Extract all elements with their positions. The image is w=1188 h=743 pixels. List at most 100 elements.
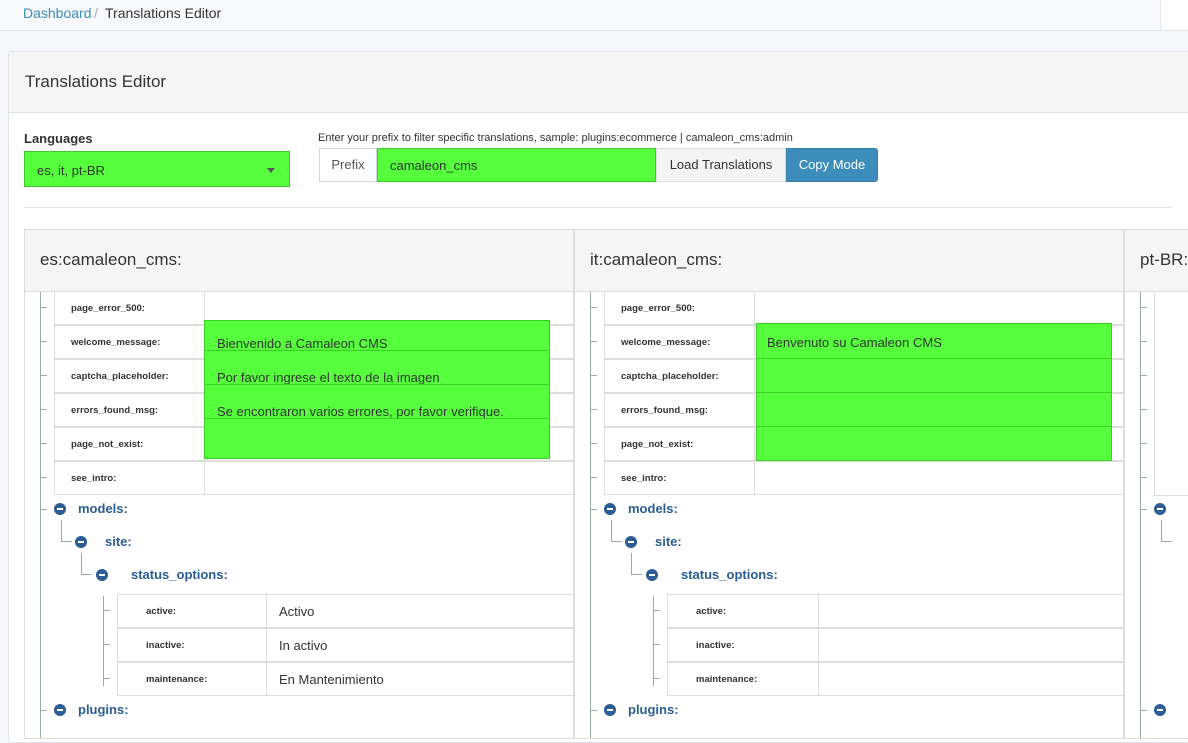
tree-stub: [590, 443, 597, 444]
status-row: maintenance:: [667, 662, 1123, 696]
tree-stub: [1140, 409, 1147, 410]
translation-value[interactable]: En Mantenimiento: [267, 663, 573, 695]
translation-key: page_error_500:: [55, 292, 205, 324]
column-title: it:camaleon_cms:: [590, 250, 723, 269]
language-column-it: it:camaleon_cms: page_error_500: welcome…: [574, 229, 1124, 739]
tree-stub: [40, 307, 47, 308]
collapse-icon[interactable]: [604, 503, 616, 515]
tree-stub: [1140, 341, 1147, 342]
node-site[interactable]: site:: [105, 534, 132, 549]
tree-stub: [103, 678, 110, 679]
translation-values-highlight[interactable]: Benvenuto su Camaleon CMS: [756, 323, 1112, 461]
tree-stub: [653, 644, 660, 645]
node-status-options[interactable]: status_options:: [681, 567, 778, 582]
translation-key: inactive:: [118, 629, 267, 661]
tree-line: [1140, 292, 1141, 738]
tree-stub: [40, 341, 47, 342]
tree-stub: [40, 375, 47, 376]
translation-key: see_intro:: [605, 462, 755, 494]
translation-value[interactable]: Activo: [267, 595, 573, 627]
prefix-addon: Prefix: [319, 148, 377, 182]
node-models[interactable]: models:: [628, 501, 678, 516]
node-site[interactable]: site:: [655, 534, 682, 549]
collapse-icon[interactable]: [625, 536, 637, 548]
prefix-hint: Enter your prefix to filter specific tra…: [318, 132, 793, 144]
translation-value[interactable]: [819, 629, 1123, 661]
tree-stub: [40, 409, 47, 410]
copy-mode-button[interactable]: Copy Mode: [786, 148, 878, 182]
tree-stub: [1140, 375, 1147, 376]
translation-key: page_not_exist:: [55, 428, 205, 460]
tree-elbow: [1161, 520, 1172, 542]
prefix-input-value: camaleon_cms: [390, 158, 478, 173]
translation-key: maintenance:: [118, 663, 267, 695]
tree-stub: [103, 610, 110, 611]
divider: [24, 207, 1172, 208]
languages-label: Languages: [24, 131, 93, 146]
translation-key: maintenance:: [668, 663, 819, 695]
translation-key: active:: [668, 595, 819, 627]
translation-key: welcome_message:: [55, 326, 205, 358]
language-column-pt-br: pt-BR:camaleon_cms:: [1124, 229, 1188, 739]
translation-value[interactable]: [819, 663, 1123, 695]
panel-header: Translations Editor: [9, 52, 1188, 113]
collapse-icon[interactable]: [96, 569, 108, 581]
breadcrumb-separator: /: [94, 5, 98, 21]
tree-stub: [1140, 443, 1147, 444]
translation-key: page_not_exist:: [605, 428, 755, 460]
translation-value[interactable]: In activo: [267, 629, 573, 661]
languages-select[interactable]: es, it, pt-BR: [24, 151, 290, 187]
translation-value[interactable]: [755, 292, 1123, 324]
node-plugins[interactable]: plugins:: [628, 702, 679, 717]
translation-value[interactable]: Bienvenido a Camaleon CMS: [217, 327, 388, 360]
translation-value[interactable]: Por favor ingrese el texto de la imagen: [217, 361, 440, 394]
tree-stub: [40, 477, 47, 478]
translation-key: errors_found_msg:: [55, 394, 205, 426]
tree-stub: [1140, 710, 1147, 711]
translation-row: see_intro:: [54, 461, 573, 495]
collapse-icon[interactable]: [1154, 503, 1166, 515]
translation-value[interactable]: [205, 462, 573, 494]
status-row: active: Activo: [117, 594, 573, 628]
collapse-icon[interactable]: [646, 569, 658, 581]
tree-elbow: [81, 553, 92, 575]
tree-stub: [1140, 307, 1147, 308]
load-translations-button[interactable]: Load Translations: [656, 148, 786, 182]
prefix-input[interactable]: camaleon_cms: [377, 148, 656, 182]
collapse-icon[interactable]: [54, 503, 66, 515]
tree-elbow: [611, 520, 622, 542]
breadcrumb-dashboard-link[interactable]: Dashboard: [23, 5, 92, 21]
breadcrumb: Dashboard / Translations Editor: [0, 0, 1161, 30]
status-row: maintenance: En Mantenimiento: [117, 662, 573, 696]
translation-key: captcha_placeholder:: [55, 360, 205, 392]
column-header: pt-BR:camaleon_cms:: [1125, 230, 1188, 292]
collapse-icon[interactable]: [54, 704, 66, 716]
tree-stub: [590, 710, 597, 711]
node-status-options[interactable]: status_options:: [131, 567, 228, 582]
translation-value[interactable]: [819, 595, 1123, 627]
node-plugins[interactable]: plugins:: [78, 702, 129, 717]
node-models[interactable]: models:: [78, 501, 128, 516]
tree-stub: [103, 644, 110, 645]
tree-line: [40, 292, 41, 738]
chevron-down-icon: [267, 168, 275, 173]
translation-key: captcha_placeholder:: [605, 360, 755, 392]
collapse-icon[interactable]: [1154, 704, 1166, 716]
translation-key: welcome_message:: [605, 326, 755, 358]
status-row: active:: [667, 594, 1123, 628]
translation-value[interactable]: Se encontraron varios errores, por favor…: [217, 395, 504, 428]
tree-stub: [40, 509, 47, 510]
translation-value[interactable]: [755, 462, 1123, 494]
tree-stub: [1140, 477, 1147, 478]
tree-stub: [590, 509, 597, 510]
collapse-icon[interactable]: [604, 704, 616, 716]
tree-stub: [1140, 509, 1147, 510]
tree-stub: [590, 477, 597, 478]
collapse-icon[interactable]: [75, 536, 87, 548]
translation-key: inactive:: [668, 629, 819, 661]
tree-stub: [590, 375, 597, 376]
translation-values-highlight[interactable]: Bienvenido a Camaleon CMS Por favor ingr…: [204, 320, 550, 459]
translation-row: see_intro:: [604, 461, 1123, 495]
translation-value[interactable]: Benvenuto su Camaleon CMS: [767, 326, 942, 359]
tree-elbow: [631, 553, 642, 575]
